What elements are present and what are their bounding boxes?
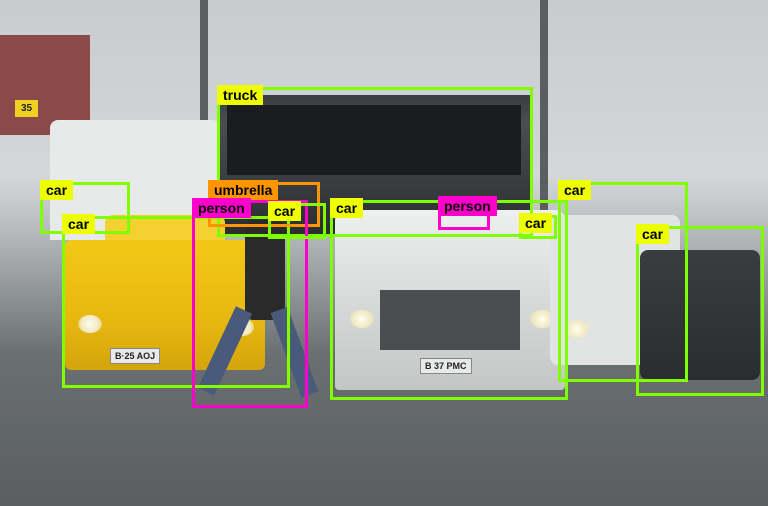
detection-label-person: person: [438, 196, 497, 216]
detection-label-car: car: [636, 224, 669, 244]
detection-label-car: car: [268, 201, 301, 221]
detection-label-umbrella: umbrella: [208, 180, 278, 200]
detection-box-car: [636, 226, 764, 396]
detection-scene: 35 B·25 AOJ B 37 PMC truckcarcarumbrella…: [0, 0, 768, 506]
detection-label-truck: truck: [217, 85, 263, 105]
lamp-pole: [540, 0, 548, 220]
detection-label-car: car: [40, 180, 73, 200]
detection-label-person: person: [192, 198, 251, 218]
detection-label-car: car: [519, 213, 552, 233]
bus-route-sign: 35: [15, 100, 38, 117]
detection-label-car: car: [558, 180, 591, 200]
detection-label-car: car: [330, 198, 363, 218]
detection-label-car: car: [62, 214, 95, 234]
